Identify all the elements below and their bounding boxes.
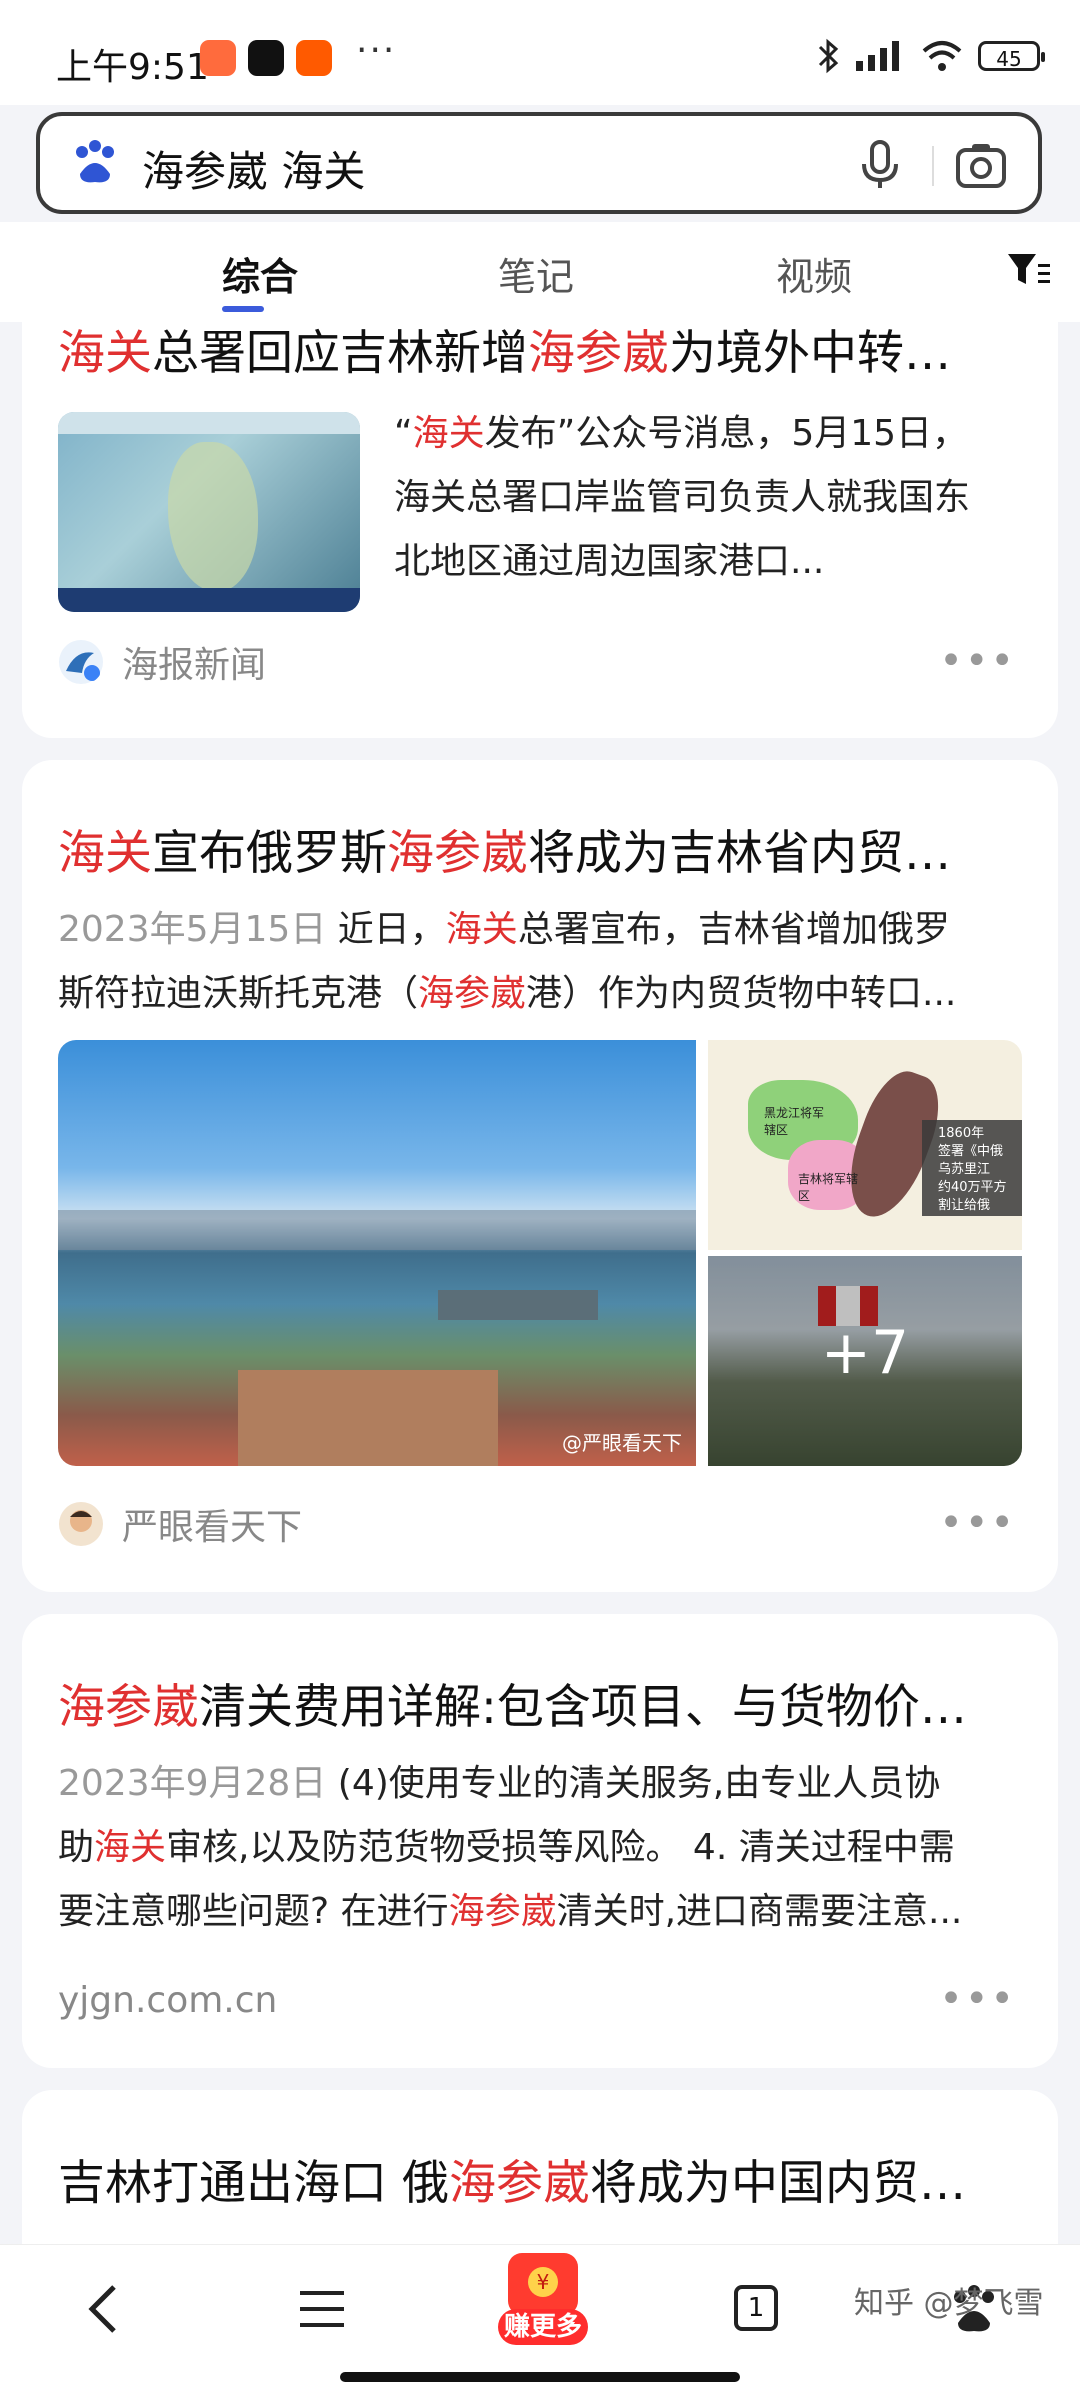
result-source[interactable]: 严眼看天下	[58, 1498, 302, 1550]
more-notifications-icon: ···	[356, 30, 397, 71]
tab-notes[interactable]: 笔记	[498, 246, 574, 301]
more-images-count: +7	[820, 1318, 910, 1388]
earn-more-label: 赚更多	[498, 2309, 588, 2345]
source-avatar	[59, 640, 103, 684]
wifi-icon	[922, 41, 962, 71]
battery-indicator: 45	[978, 41, 1045, 71]
baidu-paw-icon	[76, 140, 114, 183]
source-avatar	[59, 1502, 103, 1546]
result-thumbnail[interactable]	[58, 412, 360, 612]
status-bar: 上午9:51 ··· 45	[0, 0, 1080, 105]
watermark: 知乎 @梦飞雪	[854, 2286, 1044, 2321]
camera-icon[interactable]	[952, 136, 1010, 194]
title-text: 总署回应吉林新增	[152, 326, 528, 381]
result-card[interactable]: 海参崴清关费用详解:包含项目、与货物价… 2023年9月28日 (4)使用专业的…	[22, 1614, 1058, 2068]
back-icon[interactable]	[76, 2279, 136, 2339]
tab-comprehensive[interactable]: 综合	[222, 246, 298, 301]
result-title[interactable]: 海参崴清关费用详解:包含项目、与货物价…	[58, 1668, 1023, 1737]
search-input[interactable]: 海参崴 海关	[142, 138, 365, 199]
title-highlight: 海参崴	[528, 326, 669, 381]
main-photo-harbor[interactable]: @严眼看天下	[58, 1040, 696, 1466]
filter-icon[interactable]	[1006, 250, 1052, 290]
microphone-icon[interactable]	[852, 136, 908, 192]
title-highlight: 海参崴	[58, 1680, 199, 1735]
result-title[interactable]: 海关宣布俄罗斯海参崴将成为吉林省内贸…	[58, 814, 1023, 883]
result-snippet: 2023年5月15日 近日，海关总署宣布，吉林省增加俄罗 斯符拉迪沃斯托克港（海…	[58, 909, 957, 1014]
result-source[interactable]: yjgn.com.cn	[58, 1980, 277, 2021]
result-date: 2023年9月28日	[58, 1763, 327, 1804]
taobao-icon	[296, 40, 332, 76]
result-tabs: 综合 笔记 视频	[0, 222, 1080, 322]
active-tab-indicator	[222, 306, 264, 312]
result-source[interactable]: 海报新闻	[58, 636, 266, 688]
more-options-icon[interactable]: •••	[939, 1976, 1016, 2022]
title-text: 为境外中转…	[669, 326, 951, 381]
result-title[interactable]: 海关总署回应吉林新增海参崴为境外中转…	[58, 322, 1023, 383]
title-text: 将成为中国内贸…	[589, 2156, 966, 2211]
more-options-icon[interactable]: •••	[939, 1500, 1016, 1546]
map-label: 割让给俄	[938, 1198, 991, 1213]
search-bar[interactable]: 海参崴 海关	[36, 112, 1042, 214]
map-image[interactable]: 黑龙江将军辖区 吉林将军辖区 1860年 签署《中俄 乌苏里江 约40万平方 割…	[708, 1040, 1022, 1250]
title-text: 清关费用详解:包含项目、与货物价…	[199, 1680, 967, 1735]
clock: 上午9:51	[56, 47, 209, 88]
douyin-icon	[248, 40, 284, 76]
signal-icon	[856, 41, 899, 71]
result-snippet: 2023年9月28日 (4)使用专业的清关服务,由专业人员协 助海关审核,以及防…	[58, 1763, 963, 1932]
title-text: 宣布俄罗斯	[152, 826, 387, 881]
result-snippet: “海关发布”公众号消息，5月15日， 海关总署口岸监管司负责人就我国东 北地区通…	[394, 402, 1034, 594]
menu-icon[interactable]	[294, 2279, 354, 2339]
red-envelope-icon: ¥	[508, 2253, 578, 2315]
source-name: yjgn.com.cn	[58, 1980, 278, 2021]
snippet-line: 北地区通过周边国家港口...	[394, 541, 825, 582]
map-label: 吉林将军辖区	[798, 1172, 859, 1203]
map-label: 约40万平方	[938, 1180, 1007, 1195]
result-date: 2023年5月15日	[58, 909, 327, 950]
title-highlight: 海参崴	[448, 2156, 590, 2211]
search-divider	[932, 146, 934, 186]
title-text: 吉林打通出海口 俄	[58, 2156, 449, 2211]
more-options-icon[interactable]: •••	[939, 638, 1016, 684]
more-images-tile[interactable]: +7	[708, 1256, 1022, 1466]
snippet-line: 海关总署口岸监管司负责人就我国东	[394, 477, 971, 518]
source-name: 严眼看天下	[122, 1507, 303, 1548]
status-icons: 45	[816, 38, 1045, 74]
result-card[interactable]: 海关宣布俄罗斯海参崴将成为吉林省内贸… 2023年5月15日 近日，海关总署宣布…	[22, 760, 1058, 1592]
result-card[interactable]: 海关总署回应吉林新增海参崴为境外中转… “海关发布”公众号消息，5月15日， 海…	[22, 322, 1058, 738]
map-label: 签署《中俄	[938, 1144, 1004, 1159]
title-highlight: 海关	[58, 326, 152, 381]
result-title[interactable]: 吉林打通出海口 俄海参崴将成为中国内贸…	[58, 2144, 1023, 2213]
tabs-count-button[interactable]: 1	[734, 2285, 778, 2331]
map-label: 1860年	[938, 1126, 985, 1141]
map-label: 乌苏里江	[938, 1162, 991, 1177]
source-name: 海报新闻	[122, 645, 267, 686]
tab-count: 1	[747, 2293, 765, 2323]
earn-more-button[interactable]: ¥ 赚更多	[498, 2253, 588, 2353]
title-highlight: 海参崴	[387, 826, 528, 881]
home-indicator[interactable]	[340, 2372, 740, 2382]
image-caption: @严眼看天下	[562, 1431, 682, 1455]
bluetooth-icon	[818, 38, 839, 74]
title-text: 将成为吉林省内贸…	[528, 826, 951, 881]
map-label: 黑龙江将军辖区	[764, 1106, 825, 1137]
notification-app-icon	[200, 40, 236, 76]
tab-videos[interactable]: 视频	[776, 246, 852, 301]
title-highlight: 海关	[58, 826, 152, 881]
